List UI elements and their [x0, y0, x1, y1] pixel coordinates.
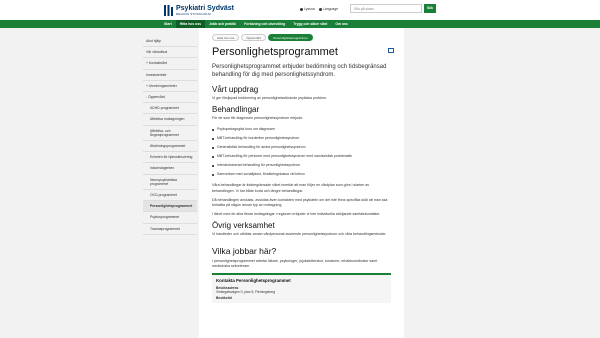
sidebar-subitem[interactable]: Affektiva mottagningen	[143, 114, 197, 126]
contact-box: Kontakta Personlighetsprogrammet Besöksa…	[212, 273, 391, 304]
search-input[interactable]: Sök på sidan	[350, 4, 422, 13]
list-item: MBT-behandling för personer med personli…	[212, 152, 391, 161]
paragraph: Vi ger fördjupad bedömning av personligh…	[212, 96, 328, 100]
paragraph: För de som får diagnosen personlighetssy…	[212, 116, 303, 121]
sidebar-subitem[interactable]: Traumaprogrammet	[143, 224, 197, 235]
listen-link[interactable]: Lyssna	[300, 7, 315, 11]
sidebar: Akut hjälp Vår vårdutbud + Kontaktvård I…	[143, 36, 197, 235]
list-item: Samverkan med socialtjänst, försäkringsk…	[212, 170, 391, 179]
sidebar-subitem[interactable]: Inkomstagenten	[143, 163, 197, 175]
sidebar-subitem[interactable]: Neuropsykiatriska programmet	[143, 175, 197, 191]
heading-treatments: Behandlingar	[212, 105, 260, 115]
list-item: Generalistisk behandling för andra perso…	[212, 143, 391, 152]
paragraph: Våra behandlingar är tidsbegränsade vilk…	[212, 183, 370, 193]
sidebar-item[interactable]: + Utredningsenheter	[143, 81, 197, 93]
speaker-icon	[300, 7, 303, 11]
site-header: Psykiatri Sydväst REGION STOCKHOLM Lyssn…	[0, 0, 600, 20]
nav-hitta-hos-oss[interactable]: Hitta hos oss	[175, 20, 206, 28]
sidebar-subitem[interactable]: ADHD-programmet	[143, 103, 197, 115]
logo-icon	[164, 5, 173, 16]
sidebar-subitem[interactable]: Ätstörningsprogrammet	[143, 141, 197, 153]
sidebar-item[interactable]: - Öppenvård	[143, 92, 197, 104]
sidebar-item[interactable]: + Kontaktvård	[143, 58, 197, 70]
lead-text: Personlighetsprogrammet erbjuder bedömni…	[212, 64, 387, 78]
nav-forskning[interactable]: Forskning och utveckling	[240, 20, 289, 28]
heading-who: Vilka jobbar här?	[212, 245, 277, 256]
nav-trygg-och-saker-vard[interactable]: Trygg och säker vård	[289, 20, 331, 28]
treatment-list: Psykopedagogisk kurs om diagnosen MBT-be…	[212, 125, 391, 179]
search-button[interactable]: Sök	[424, 4, 436, 13]
paragraph: I personlighetsprogrammet arbetar läkare…	[212, 258, 378, 268]
sidebar-subitem[interactable]: Affektiva- och Ångestprogrammet	[143, 126, 197, 142]
contact-title: Kontakta Personlighetsprogrammet	[216, 278, 291, 284]
brand-subtitle: REGION STOCKHOLM	[176, 12, 211, 16]
sidebar-subitem[interactable]: Psykosprogrammet	[143, 212, 197, 224]
sidebar-subitem[interactable]: OCD-programmet	[143, 190, 197, 202]
breadcrumb-item[interactable]: Öppenvård	[241, 34, 267, 41]
language-link[interactable]: Language	[319, 7, 338, 11]
print-icon[interactable]	[388, 48, 394, 53]
heading-mission: Vårt uppdrag	[212, 85, 259, 94]
globe-icon	[319, 7, 322, 11]
page-title: Personlighetsprogrammet	[212, 46, 338, 58]
sidebar-subitem-active[interactable]: Personlighetsprogrammet	[143, 201, 197, 213]
sidebar-item[interactable]: Vår vårdutbud	[143, 47, 197, 59]
breadcrumb: Hitta hos oss Öppenvård Personlighetspro…	[212, 34, 391, 41]
sidebar-item[interactable]: Inneslutenhet	[143, 70, 197, 81]
address-value: Vintergatsvägen 0, plan 5, Flemingsberg	[216, 290, 276, 295]
breadcrumb-item[interactable]: Hitta hos oss	[212, 34, 240, 41]
main-nav: Start Hitta hos oss Jobb och praktik For…	[0, 20, 600, 28]
brand-title[interactable]: Psykiatri Sydväst	[176, 5, 234, 12]
hours-label: Besökstid	[216, 296, 232, 301]
heading-other: Övrig verksamhet	[212, 221, 275, 231]
main-content: Hitta hos oss Öppenvård Personlighetspro…	[199, 28, 404, 338]
nav-jobb-och-praktik[interactable]: Jobb och praktik	[205, 20, 240, 28]
sidebar-subitem[interactable]: Enheten för hjärnstimulering	[143, 152, 197, 164]
paragraph: Vi handleder och utbildar annan vårdpers…	[212, 232, 387, 237]
sidebar-item[interactable]: Akut hjälp	[143, 36, 197, 48]
list-item: Intensivbaserad behandling för personlig…	[212, 161, 391, 170]
paragraph: Då behandlingen avslutas, avslutas även …	[212, 197, 388, 208]
nav-om-oss[interactable]: Om oss	[331, 20, 351, 28]
list-item: MBT-behandling för borderline personligh…	[212, 134, 391, 143]
list-item: Psykopedagogisk kurs om diagnosen	[212, 125, 391, 134]
breadcrumb-current: Personlighetsprogrammet	[268, 34, 313, 41]
nav-start[interactable]: Start	[160, 20, 176, 28]
paragraph: I likhet med de allra flesta mottagninga…	[212, 212, 381, 217]
